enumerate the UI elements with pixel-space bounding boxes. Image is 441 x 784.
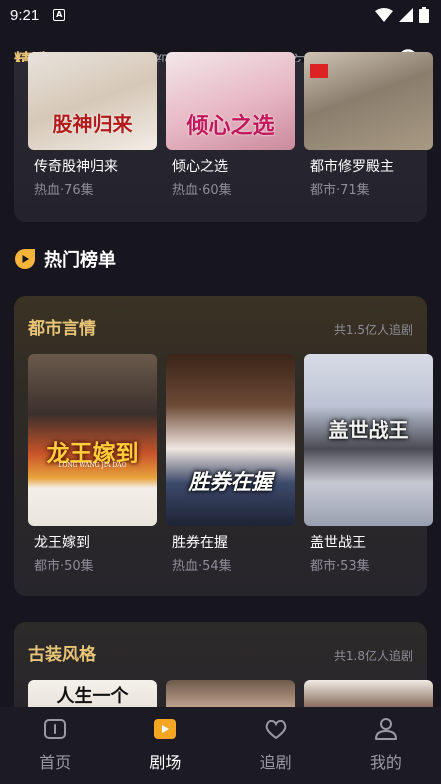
- show-meta: 热血·76集: [34, 183, 94, 198]
- featured-card: 股神归来 传奇股神归来 热血·76集 倾心之选 倾心之选 热血·60集 都市修罗…: [14, 52, 433, 222]
- bottom-nav: 首页 剧场 追剧 我的: [0, 707, 441, 784]
- show-poster[interactable]: [304, 52, 433, 150]
- ranking-shows-row: 人生一个: [28, 680, 433, 710]
- card-header: 都市言情 共1.5亿人追剧: [28, 314, 413, 339]
- signal-icon: [399, 8, 413, 22]
- theater-icon: [154, 719, 177, 739]
- viewer-count: 共1.8亿人追剧: [333, 649, 413, 663]
- show-card[interactable]: 盖世战王 盖世战王 都市·53集: [304, 354, 433, 574]
- hot-list-header: 热门榜单: [14, 246, 116, 272]
- show-name: 龙王嫁到: [34, 535, 90, 551]
- profile-icon: [374, 718, 397, 740]
- app-notification-icon: A: [53, 9, 66, 21]
- show-poster[interactable]: 龙王嫁到 LONG WANG JIA DAO: [28, 354, 157, 526]
- bottom-nav-profile[interactable]: 我的: [331, 707, 441, 784]
- poster-title-text: 人生一个: [56, 686, 129, 707]
- show-poster[interactable]: 股神归来: [28, 52, 157, 150]
- card-title[interactable]: 都市言情: [28, 314, 96, 339]
- section-title: 热门榜单: [44, 250, 116, 271]
- viewer-count: 共1.5亿人追剧: [333, 323, 413, 337]
- show-meta: 热血·60集: [172, 183, 232, 198]
- show-poster[interactable]: [166, 680, 295, 710]
- show-name: 倾心之选: [172, 159, 228, 175]
- play-icon: [15, 249, 35, 269]
- card-title[interactable]: 古装风格: [28, 640, 96, 665]
- show-card[interactable]: 都市修罗殿主 都市·71集: [304, 52, 433, 198]
- featured-shows-row: 股神归来 传奇股神归来 热血·76集 倾心之选 倾心之选 热血·60集 都市修罗…: [28, 52, 433, 198]
- show-card[interactable]: 胜券在握 胜券在握 热血·54集: [166, 354, 295, 574]
- show-poster[interactable]: 盖世战王: [304, 354, 433, 526]
- show-card[interactable]: 人生一个: [28, 680, 157, 710]
- show-name: 胜券在握: [172, 535, 228, 551]
- battery-icon: [419, 7, 429, 23]
- status-bar: 9:21 A: [0, 0, 441, 30]
- lantern-decoration: [310, 64, 328, 78]
- show-name: 都市修罗殿主: [310, 159, 394, 175]
- show-name: 盖世战王: [310, 535, 366, 551]
- bottom-nav-following[interactable]: 追剧: [221, 707, 331, 784]
- bottom-nav-theater[interactable]: 剧场: [110, 707, 220, 784]
- bottom-nav-label: 追剧: [259, 753, 292, 772]
- poster-title-text: 股神归来: [52, 112, 133, 136]
- poster-title-text: 倾心之选: [186, 113, 275, 139]
- bottom-nav-label: 首页: [39, 753, 72, 772]
- show-poster[interactable]: 胜券在握: [166, 354, 295, 526]
- show-name: 传奇股神归来: [34, 159, 118, 175]
- show-card[interactable]: [166, 680, 295, 710]
- show-card[interactable]: 股神归来 传奇股神归来 热血·76集: [28, 52, 157, 198]
- home-icon: [44, 719, 67, 739]
- poster-title-text: 胜券在握: [188, 469, 273, 494]
- show-card[interactable]: [304, 680, 433, 710]
- poster-subtitle-text: LONG WANG JIA DAO: [58, 462, 127, 469]
- show-card[interactable]: 龙王嫁到 LONG WANG JIA DAO 龙王嫁到 都市·50集: [28, 354, 157, 574]
- show-meta: 都市·71集: [310, 183, 370, 198]
- show-poster[interactable]: 倾心之选: [166, 52, 295, 150]
- ranking-card-urban-romance: 都市言情 共1.5亿人追剧 龙王嫁到 LONG WANG JIA DAO 龙王嫁…: [14, 296, 433, 596]
- status-indicators: [375, 7, 429, 23]
- bottom-nav-home[interactable]: 首页: [0, 707, 110, 784]
- show-poster[interactable]: 人生一个: [28, 680, 157, 710]
- wifi-icon: [375, 8, 393, 22]
- show-meta: 都市·53集: [310, 559, 370, 574]
- card-header: 古装风格 共1.8亿人追剧: [28, 640, 413, 665]
- show-meta: 热血·54集: [172, 559, 232, 574]
- heart-icon: [265, 719, 286, 740]
- ranking-shows-row: 龙王嫁到 LONG WANG JIA DAO 龙王嫁到 都市·50集 胜券在握 …: [28, 354, 433, 574]
- status-time: 9:21: [10, 6, 40, 24]
- show-card[interactable]: 倾心之选 倾心之选 热血·60集: [166, 52, 295, 198]
- show-meta: 都市·50集: [34, 559, 94, 574]
- show-poster[interactable]: [304, 680, 433, 710]
- poster-title-text: 盖世战王: [328, 418, 409, 442]
- bottom-nav-label: 我的: [369, 753, 402, 772]
- bottom-nav-label: 剧场: [149, 753, 182, 772]
